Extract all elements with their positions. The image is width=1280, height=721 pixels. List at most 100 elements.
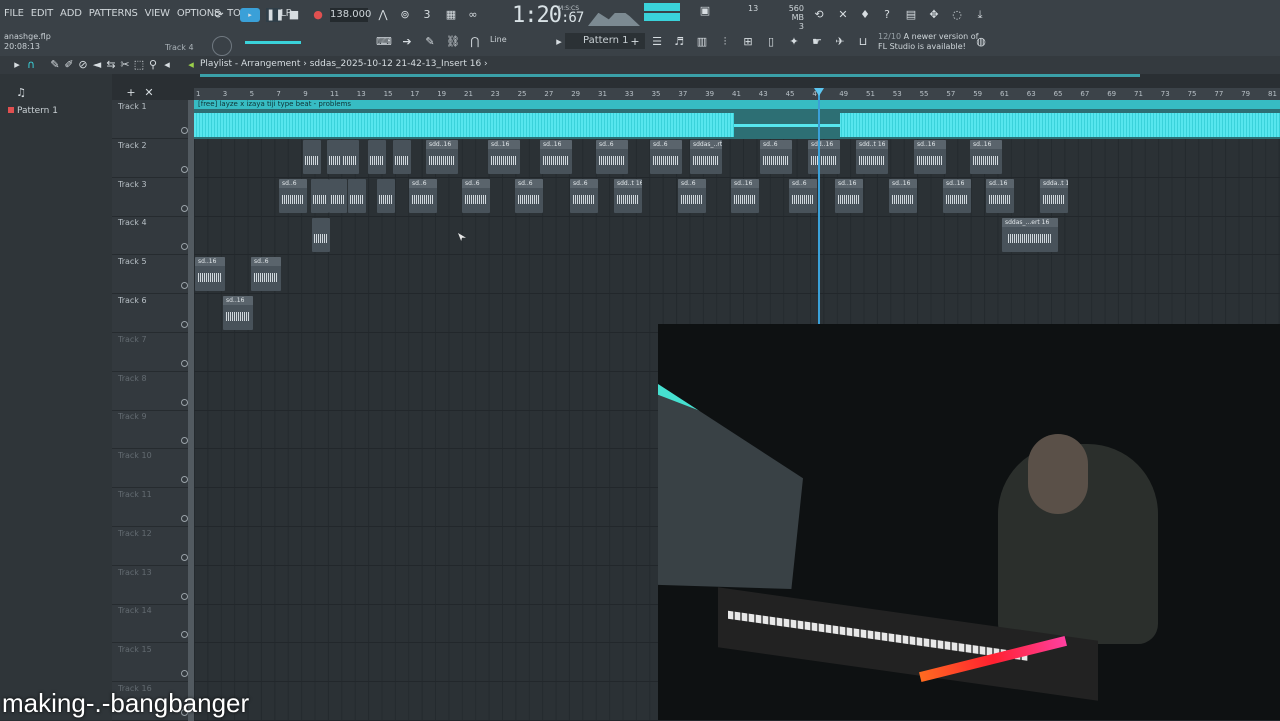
tempo-tapper-icon[interactable]: ✕	[836, 8, 850, 22]
audio-clip[interactable]: sd..6	[678, 179, 706, 213]
browser-icon[interactable]: ⊞	[741, 35, 755, 49]
menu-edit[interactable]: EDIT	[31, 8, 53, 19]
audio-clip[interactable]: sd..6	[760, 140, 792, 174]
download-icon[interactable]: ⤓	[973, 8, 987, 22]
track-enable-led[interactable]	[181, 282, 188, 290]
countdown-icon[interactable]: 3	[420, 8, 434, 22]
audio-clip[interactable]: sd..6	[251, 257, 281, 291]
audio-clip[interactable]: sd..16	[195, 257, 225, 291]
menu-add[interactable]: ADD	[60, 8, 82, 19]
track-enable-led[interactable]	[181, 592, 188, 600]
track-header[interactable]: Track 4	[112, 216, 194, 256]
audio-clip-small[interactable]	[311, 179, 329, 213]
track-enable-led[interactable]	[181, 127, 188, 134]
track-header[interactable]: Track 9	[112, 410, 194, 450]
track-enable-led[interactable]	[181, 631, 188, 639]
brush-icon[interactable]: ✎	[423, 35, 437, 49]
menu-file[interactable]: FILE	[4, 8, 24, 19]
record-button[interactable]: ●	[311, 8, 325, 22]
picker-pattern-1[interactable]: Pattern 1	[8, 106, 58, 116]
audio-clip[interactable]: sd..16	[540, 140, 572, 174]
wait-input-icon[interactable]: ⊚	[398, 8, 412, 22]
link-icon[interactable]: ⛓	[446, 35, 460, 49]
track-header[interactable]: Track 11	[112, 488, 194, 527]
track-enable-led[interactable]	[181, 437, 188, 445]
audio-clip-small[interactable]	[312, 218, 330, 252]
audio-clip[interactable]: sd..16	[835, 179, 863, 213]
plugin-icon[interactable]: ✥	[927, 8, 941, 22]
audio-clip[interactable]: sd..6	[462, 179, 490, 213]
audio-clip[interactable]: sd..16	[223, 296, 253, 330]
audio-clip[interactable]: sd..16	[943, 179, 971, 213]
playhead[interactable]	[818, 88, 820, 324]
typing-keyboard-icon[interactable]: ⌨	[376, 35, 392, 49]
audio-clip[interactable]: sd..6	[650, 140, 682, 174]
track-enable-led[interactable]	[181, 398, 188, 406]
audio-clip[interactable]: sd..6	[789, 179, 817, 213]
edison-icon[interactable]: ✈	[833, 35, 847, 49]
track-enable-led[interactable]	[181, 243, 188, 251]
track-enable-led[interactable]	[181, 670, 188, 678]
globe-icon[interactable]: ◍	[974, 35, 988, 49]
audio-clip[interactable]: sddas_...ert 16	[1002, 218, 1058, 252]
track-header[interactable]: Track 1	[112, 100, 194, 139]
save-icon[interactable]: ▤	[904, 8, 918, 22]
playlist-overview-scrollbar[interactable]	[200, 74, 1140, 77]
audio-clip[interactable]: sd..6	[515, 179, 543, 213]
mixer-icon[interactable]: ⫶	[718, 35, 732, 49]
track-header[interactable]: Track 3	[112, 177, 194, 217]
song-mode-icon[interactable]: ⟳	[212, 8, 226, 22]
metronome-icon[interactable]: ⋀	[376, 8, 390, 22]
play-pattern-icon[interactable]: ▸	[552, 35, 566, 49]
track-header[interactable]: Track 7	[112, 332, 194, 372]
track-enable-led[interactable]	[181, 165, 188, 173]
audio-clip-small[interactable]	[303, 140, 321, 174]
slip-tool-icon[interactable]: ⇆	[104, 58, 118, 72]
channel-rack-icon[interactable]: ▥	[695, 35, 709, 49]
track-header[interactable]: Track 5	[112, 255, 194, 295]
audio-clip-small[interactable]	[341, 140, 359, 174]
audio-clip[interactable]: sd..16	[986, 179, 1014, 213]
audio-clip[interactable]: sdda..t 16	[1040, 179, 1068, 213]
undo-history-icon[interactable]: ⟲	[812, 8, 826, 22]
audio-clip[interactable]: sdd..t 16	[614, 179, 642, 213]
audio-clip[interactable]: sdd..16	[426, 140, 458, 174]
delete-tool-icon[interactable]: ⊘	[76, 58, 90, 72]
track-enable-led[interactable]	[181, 321, 188, 328]
magnet-icon[interactable]: ⋂	[468, 35, 482, 49]
audio-clip[interactable]: sdd..16	[808, 140, 840, 174]
project-icon[interactable]: ▯	[764, 35, 778, 49]
add-pattern-icon[interactable]: +	[628, 35, 642, 49]
paint-tool-icon[interactable]: ✐	[62, 58, 76, 72]
track-header[interactable]: Track 12	[112, 526, 194, 566]
track-enable-led[interactable]	[181, 515, 188, 522]
playlist-arrow-icon[interactable]: ◂	[184, 58, 198, 72]
track-header[interactable]: Track 6	[112, 294, 194, 333]
mute-tool-icon[interactable]: ◄	[90, 58, 104, 72]
step-edit-icon[interactable]: ▦	[444, 8, 458, 22]
playlist-icon[interactable]: ☰	[650, 35, 664, 49]
plugin-picker-icon[interactable]: ✦	[787, 35, 801, 49]
breadcrumb-playlist[interactable]: Playlist - Arrangement	[200, 59, 300, 69]
track-enable-led[interactable]	[181, 204, 188, 212]
track-enable-led[interactable]	[181, 476, 188, 484]
breadcrumb-clip[interactable]: sddas_2025-10-12 21-42-13_Insert 16	[310, 59, 481, 69]
snap-selector[interactable]: Line	[490, 35, 507, 44]
microphone-icon[interactable]: ♦	[858, 8, 872, 22]
slice-tool-icon[interactable]: ✂	[118, 58, 132, 72]
news-panel[interactable]: 12/10 A newer version of FL Studio is av…	[878, 32, 978, 52]
audio-clip-small[interactable]	[348, 179, 366, 213]
piano-roll-icon[interactable]: ♬	[672, 35, 686, 49]
draw-tool-icon[interactable]: ✎	[48, 58, 62, 72]
piano-icon[interactable]: ♫	[14, 86, 28, 100]
audio-clip[interactable]: sddas_..rt 16	[690, 140, 722, 174]
arrow-icon[interactable]: ➔	[400, 35, 414, 49]
tempo-display[interactable]: 138.000	[330, 8, 371, 22]
playhead-marker[interactable]	[814, 88, 824, 96]
zoom-tool-icon[interactable]: ⚲	[146, 58, 160, 72]
audio-clip-beat[interactable]: [free] layze x izaya tiji type beat - pr…	[194, 100, 1280, 139]
help-icon[interactable]: ?	[880, 8, 894, 22]
audio-clip[interactable]: sd..6	[570, 179, 598, 213]
menu-view[interactable]: VIEW	[145, 8, 170, 19]
audio-clip[interactable]: sdd..t 16	[856, 140, 888, 174]
